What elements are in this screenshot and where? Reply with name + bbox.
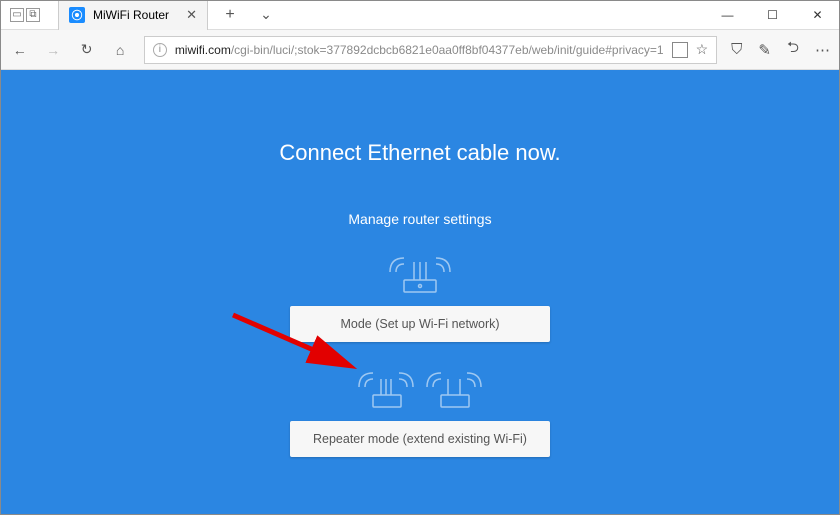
app-icon: ⧉ <box>26 8 40 22</box>
notes-icon[interactable]: ✎ <box>758 41 771 59</box>
nav-home-icon[interactable]: ⌂ <box>110 42 129 58</box>
favorites-icon[interactable]: ⛉ <box>731 41 742 58</box>
favorite-star-icon[interactable]: ☆ <box>696 41 709 58</box>
url-host: miwifi.com <box>175 43 231 57</box>
nav-back-icon[interactable]: ← <box>10 42 29 58</box>
window-close-button[interactable]: ✕ <box>795 0 840 30</box>
router-icon <box>380 252 460 296</box>
miwifi-favicon: ⦿ <box>69 7 85 23</box>
page-subhead: Manage router settings <box>348 211 491 227</box>
close-tab-icon[interactable]: ✕ <box>186 7 197 23</box>
settings-more-icon[interactable]: ⋯ <box>815 41 830 59</box>
site-info-icon[interactable]: i <box>153 43 167 57</box>
option-repeater-mode: Repeater mode (extend existing Wi-Fi) <box>290 342 550 457</box>
browser-toolbar: ← → ↻ ⌂ i miwifi.com/cgi-bin/luci/;stok=… <box>0 30 840 70</box>
window-minimize-button[interactable]: — <box>705 0 750 30</box>
app-icon: ▭ <box>10 8 24 22</box>
nav-forward-icon: → <box>43 42 62 58</box>
window-titlebar: ▭ ⧉ ⦿ MiWiFi Router ✕ + ⌄ — ☐ ✕ <box>0 0 840 30</box>
page-content: Connect Ethernet cable now. Manage route… <box>0 70 840 515</box>
mode-setup-wifi-button[interactable]: Mode (Set up Wi-Fi network) <box>290 306 550 342</box>
repeater-mode-button[interactable]: Repeater mode (extend existing Wi-Fi) <box>290 421 550 457</box>
share-icon[interactable]: ⮌ <box>787 37 799 62</box>
app-group-icons: ▭ ⧉ <box>10 8 40 22</box>
reading-view-icon[interactable] <box>672 42 688 58</box>
browser-tab[interactable]: ⦿ MiWiFi Router ✕ <box>58 0 208 30</box>
nav-refresh-icon[interactable]: ↻ <box>77 41 96 58</box>
tab-title: MiWiFi Router <box>93 8 169 22</box>
option-router-mode: Mode (Set up Wi-Fi network) <box>290 227 550 342</box>
window-maximize-button[interactable]: ☐ <box>750 0 795 30</box>
address-bar[interactable]: i miwifi.com/cgi-bin/luci/;stok=377892dc… <box>144 36 717 64</box>
tab-actions-icon[interactable]: ⌄ <box>252 6 280 23</box>
page-headline: Connect Ethernet cable now. <box>279 140 560 166</box>
url-path: /cgi-bin/luci/;stok=377892dcbcb6821e0aa0… <box>231 43 664 57</box>
repeater-icon <box>355 367 485 411</box>
new-tab-button[interactable]: + <box>216 6 244 24</box>
